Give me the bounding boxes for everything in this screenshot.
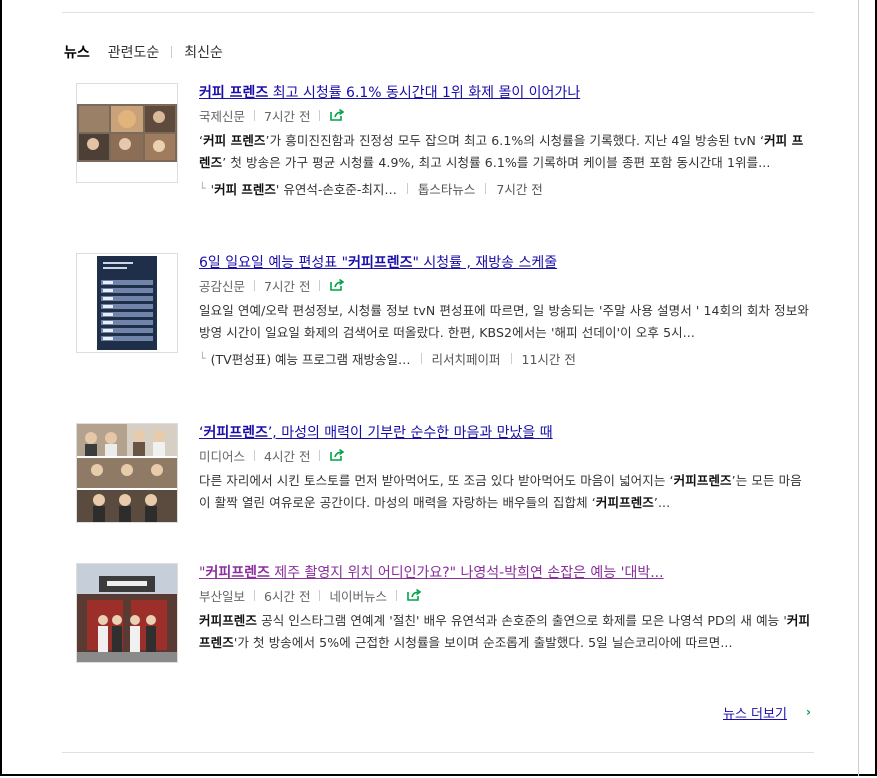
news-title[interactable]: ‘커피프렌즈’, 마성의 매력이 기부란 순수한 마음과 만났을 때 [199,423,799,443]
meta-separator [254,279,256,291]
related-news-source[interactable]: 톱스타뉴스 [418,179,476,198]
meta-separator [319,279,321,291]
meta-separator [485,182,487,194]
news-description: 일요일 연예/오락 편성정보, 시청률 정보 tvN 편성표에 따르면, 일 방… [199,303,809,340]
news-source[interactable]: 미디어스 [199,446,245,465]
news-body: 커피 프렌즈 최고 시청률 6.1% 동시간대 1위 화제 몰이 이어가나 국제… [199,83,806,198]
news-meta: 공감신문 7시간 전 [199,276,806,294]
meta-separator [395,589,397,601]
related-news-title[interactable]: (TV편성표) 예능 프로그램 재방송일… [211,349,411,368]
related-news-title[interactable]: '커피 프렌즈' 유연석-손호준-최지… [211,179,397,198]
news-title[interactable]: "커피프렌즈 제주 촬영지 위치 어디인가요?" 나영석-박희연 손잡은 예능 … [199,563,799,583]
meta-separator [420,352,422,364]
meta-separator [406,182,408,194]
news-meta: 부산일보 6시간 전 네이버뉴스 [199,586,806,604]
meta-separator [254,109,256,121]
meta-separator [319,109,321,121]
meta-separator [319,449,321,461]
news-item: ‘커피프렌즈’, 마성의 매력이 기부란 순수한 마음과 만났을 때 미디어스 … [76,423,816,543]
news-time: 6시간 전 [264,588,311,604]
related-news-time: 11시간 전 [521,351,576,367]
more-news-link[interactable]: 뉴스 더보기 [723,703,787,722]
news-time: 4시간 전 [264,448,311,464]
share-icon[interactable] [406,588,422,602]
news-description: 커피프렌즈 공식 인스타그램 연예계 '절친' 배우 유연석과 손호준의 출연으… [199,613,811,650]
news-source[interactable]: 국제신문 [199,106,245,125]
news-title[interactable]: 6일 일요일 예능 편성표 "커피프렌즈" 시청률 , 재방송 스케줄 [199,253,799,273]
meta-separator [510,352,512,364]
news-meta: 국제신문 7시간 전 [199,106,806,124]
tab-news[interactable]: 뉴스 [64,42,90,62]
tab-latest[interactable]: 최신순 [184,42,223,62]
meta-separator [319,589,321,601]
news-item: 6일 일요일 예능 편성표 "커피프렌즈" 시청률 , 재방송 스케줄 공감신문… [76,253,816,403]
news-time: 7시간 전 [264,108,311,124]
chevron-right-icon[interactable]: › [806,705,811,719]
naver-news-link[interactable]: 네이버뉴스 [329,586,387,605]
news-thumbnail[interactable] [76,83,178,183]
reply-arrow-icon: └ [199,181,206,195]
news-time: 7시간 전 [264,278,311,294]
bottom-divider [62,752,814,753]
news-source[interactable]: 부산일보 [199,586,245,605]
tab-separator [171,46,173,58]
related-news-source[interactable]: 리서치페이퍼 [432,349,501,368]
news-item: 커피 프렌즈 최고 시청률 6.1% 동시간대 1위 화제 몰이 이어가나 국제… [76,83,816,233]
news-description: 다른 자리에서 시킨 토스토를 먼저 받아먹어도, 또 조금 있다 받아먹어도 … [199,473,802,510]
news-thumbnail[interactable] [76,253,178,353]
news-thumbnail[interactable] [76,423,178,523]
meta-separator [254,589,256,601]
news-thumbnail[interactable] [76,563,178,663]
news-body: 6일 일요일 예능 편성표 "커피프렌즈" 시청률 , 재방송 스케줄 공감신문… [199,253,809,368]
share-icon[interactable] [329,278,345,292]
share-icon[interactable] [329,108,345,122]
news-description: ‘커피 프렌즈’가 흥미진진함과 진정성 모두 잡으며 최고 6.1%의 시청률… [199,133,804,170]
meta-separator [254,449,256,461]
related-news: └ (TV편성표) 예능 프로그램 재방송일… 리서치페이퍼 11시간 전 [199,348,806,368]
news-source[interactable]: 공감신문 [199,276,245,295]
news-meta: 미디어스 4시간 전 [199,446,806,464]
news-body: "커피프렌즈 제주 촬영지 위치 어디인가요?" 나영석-박희연 손잡은 예능 … [199,563,810,654]
news-item: "커피프렌즈 제주 촬영지 위치 어디인가요?" 나영석-박희연 손잡은 예능 … [76,563,816,683]
news-title[interactable]: 커피 프렌즈 최고 시청률 6.1% 동시간대 1위 화제 몰이 이어가나 [199,83,799,103]
related-news-time: 7시간 전 [496,181,543,197]
news-body: ‘커피프렌즈’, 마성의 매력이 기부란 순수한 마음과 만났을 때 미디어스 … [199,423,806,514]
share-icon[interactable] [329,448,345,462]
related-news: └ '커피 프렌즈' 유연석-손호준-최지… 톱스타뉴스 7시간 전 [199,178,806,198]
news-tabs: 뉴스 관련도순 최신순 [64,42,223,62]
right-divider [858,0,859,776]
top-divider [62,12,814,13]
tab-relevance[interactable]: 관련도순 [108,42,160,62]
reply-arrow-icon: └ [199,351,206,365]
